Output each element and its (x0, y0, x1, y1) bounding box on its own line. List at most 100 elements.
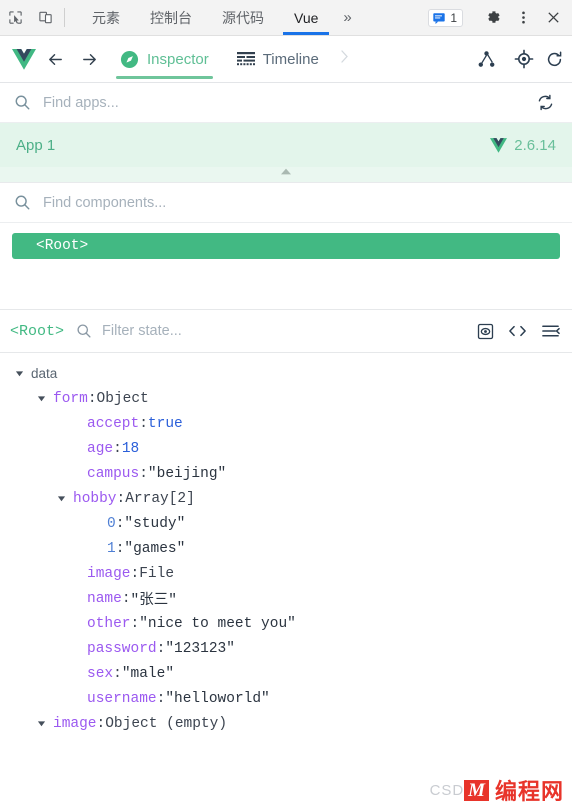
app-version-label: 2.6.14 (514, 136, 556, 154)
state-tree-value: Object (96, 390, 149, 407)
state-tree-key: image (87, 565, 131, 582)
state-tree-row: image: File (0, 561, 572, 586)
state-panel-header: <Root> (0, 309, 572, 353)
vue-tab-inspector[interactable]: Inspector (106, 36, 223, 83)
state-tree-row: username: "helloworld" (0, 686, 572, 711)
state-tree-row[interactable]: data (0, 361, 572, 386)
app-name-label: App 1 (16, 136, 56, 154)
state-tree-key: other (87, 615, 131, 632)
state-tree-separator: : (130, 615, 140, 632)
state-tree-row: name: "张三" (0, 586, 572, 611)
state-tree-row[interactable]: hobby: Array[2] (0, 486, 572, 511)
device-toolbar-icon[interactable] (30, 0, 60, 35)
more-tabs-label: » (343, 9, 352, 26)
tab-console[interactable]: 控制台 (135, 0, 207, 35)
state-tree-separator: : (113, 665, 122, 682)
state-tree-separator: : (113, 440, 122, 457)
state-tree-value: Array[2] (125, 490, 195, 507)
state-tree-separator: : (156, 690, 166, 707)
state-tree-separator: : (87, 390, 97, 407)
state-tree-value: true (147, 415, 183, 432)
app-list-item[interactable]: App 1 2.6.14 (0, 123, 572, 167)
app-list-collapse-handle[interactable] (0, 167, 572, 183)
state-tree-key: username (87, 690, 157, 707)
state-tree-row[interactable]: image: Object (empty) (0, 711, 572, 736)
state-tree-value: File (139, 565, 175, 582)
state-tree-separator: : (115, 540, 125, 557)
forward-arrow-icon[interactable] (72, 42, 106, 76)
state-tree-row: 0: "study" (0, 511, 572, 536)
state-tree-separator: : (139, 465, 148, 482)
messages-badge[interactable]: 1 (428, 8, 463, 27)
state-data-tree: data form: Object accept: true age: 18 campu… (0, 353, 572, 812)
state-panel-tools (477, 323, 560, 340)
state-tree-row: age: 18 (0, 436, 572, 461)
state-tree-separator: : (96, 715, 106, 732)
tab-vue[interactable]: Vue (279, 0, 333, 35)
state-tree-separator: : (121, 590, 131, 607)
refresh-icon[interactable] (544, 41, 564, 77)
gear-icon[interactable] (478, 9, 508, 26)
caret-down-icon[interactable] (12, 369, 26, 378)
component-tree-node-root[interactable]: <Root> (12, 233, 560, 259)
state-tree-row: accept: true (0, 411, 572, 436)
state-filter-input[interactable] (102, 323, 469, 339)
vue-tab-inspector-label: Inspector (147, 50, 209, 68)
state-tree-key: hobby (73, 490, 117, 507)
state-tree-key: sex (87, 665, 114, 682)
inspect-dom-icon[interactable] (477, 323, 494, 340)
more-tabs-icon[interactable]: » (333, 0, 361, 35)
state-tree-separator: : (139, 415, 148, 432)
state-tree-value: "123123" (165, 640, 235, 657)
state-tree-key: accept (87, 415, 140, 432)
state-tree-value: "male" (121, 665, 175, 682)
vue-devtools-header: Inspector Timeline (0, 36, 572, 83)
select-component-icon[interactable] (506, 41, 542, 77)
component-tree: <Root> (0, 223, 572, 309)
vue-header-right-controls (468, 41, 564, 77)
state-tree-value: Object (empty) (105, 715, 228, 732)
refresh-apps-icon[interactable] (532, 90, 558, 116)
devtools-right-controls: 1 (428, 0, 572, 35)
close-icon[interactable] (538, 10, 568, 25)
tab-elements[interactable]: 元素 (77, 0, 135, 35)
state-tree-separator: : (115, 515, 125, 532)
tab-elements-label: 元素 (92, 9, 120, 26)
state-tree-value: "张三" (130, 593, 177, 609)
component-tree-icon[interactable] (468, 41, 504, 77)
component-tree-node-label: <Root> (36, 238, 89, 254)
tab-sources[interactable]: 源代码 (207, 0, 279, 35)
inspect-element-icon[interactable] (0, 0, 30, 35)
state-tree-key: password (87, 640, 157, 657)
state-tree-row[interactable]: form: Object (0, 386, 572, 411)
component-search-input[interactable] (43, 194, 558, 211)
state-tree-value: 18 (121, 440, 140, 457)
back-arrow-icon[interactable] (38, 42, 72, 76)
state-tree-key: image (53, 715, 97, 732)
state-tree-row: campus: "beijing" (0, 461, 572, 486)
state-tree-separator: : (116, 490, 126, 507)
chevron-up-icon (281, 168, 291, 175)
kebab-menu-icon[interactable] (508, 10, 538, 25)
state-tree-key: 1 (107, 540, 116, 557)
edit-as-code-icon[interactable] (508, 323, 527, 339)
search-icon (76, 323, 92, 339)
app-version: 2.6.14 (490, 137, 556, 154)
chevron-right-icon[interactable] (333, 49, 356, 69)
state-tree-row: password: "123123" (0, 636, 572, 661)
tab-console-label: 控制台 (150, 9, 192, 26)
collapse-all-icon[interactable] (541, 323, 560, 339)
compass-icon (120, 50, 139, 69)
state-root-label: <Root> (10, 322, 65, 340)
caret-down-icon[interactable] (34, 394, 48, 403)
state-tree-key: name (87, 590, 122, 607)
caret-down-icon[interactable] (54, 494, 68, 503)
timeline-icon (236, 51, 255, 67)
state-tree-key: form (53, 390, 88, 407)
caret-down-icon[interactable] (34, 719, 48, 728)
state-tree-key: age (87, 440, 114, 457)
app-search-input[interactable] (43, 94, 532, 111)
vue-tab-timeline[interactable]: Timeline (223, 36, 333, 83)
search-icon (14, 94, 31, 111)
state-tree-row: other: "nice to meet you" (0, 611, 572, 636)
